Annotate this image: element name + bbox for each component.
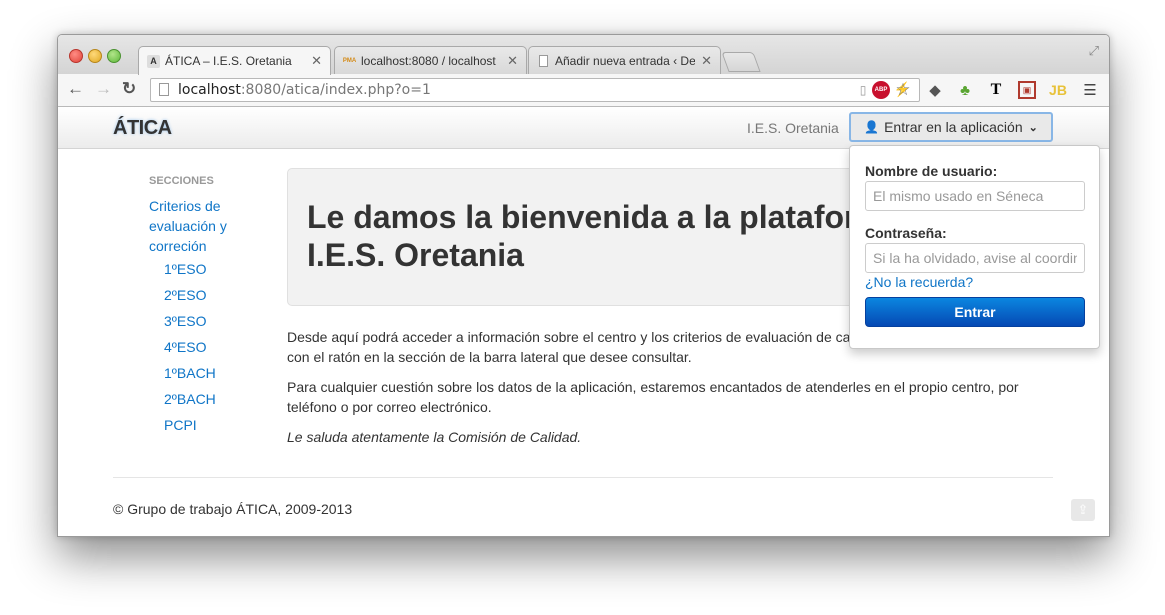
zoom-window-button[interactable]	[107, 49, 121, 63]
phpmyadmin-favicon-icon: PMA	[342, 57, 357, 64]
browser-window: A ÁTICA – I.E.S. Oretania ✕ PMA localhos…	[57, 34, 1110, 537]
sidebar-item-2bach[interactable]: 2ºBACH	[149, 386, 269, 412]
back-icon[interactable]: ←	[67, 79, 84, 99]
forgot-password-link[interactable]: ¿No la recuerda?	[865, 274, 973, 290]
signature: Le saluda atentamente la Comisión de Cal…	[287, 429, 582, 445]
square-extension-icon[interactable]: ▣	[1018, 81, 1036, 99]
welcome-hero: Le damos la bienvenida a la plataforma d…	[287, 168, 887, 306]
sidebar-item-2eso[interactable]: 2ºESO	[149, 282, 269, 308]
menu-icon[interactable]: ☰	[1081, 81, 1099, 99]
page-title: Le damos la bienvenida a la plataforma d…	[307, 199, 887, 273]
chevron-down-icon: ⌄	[1028, 121, 1038, 134]
tab-phpmyadmin[interactable]: PMA localhost:8080 / localhost ✕	[334, 46, 527, 74]
tab-title: ÁTICA – I.E.S. Oretania	[165, 54, 292, 68]
user-icon: 👤	[864, 120, 880, 134]
sidebar: SECCIONES Criterios de evaluación y corr…	[149, 175, 269, 438]
school-name: I.E.S. Oretania	[747, 120, 839, 136]
sidebar-item-criterios[interactable]: Criterios de evaluación y correción	[149, 196, 269, 256]
adblock-icon[interactable]: ABP	[872, 81, 890, 99]
forward-icon[interactable]: →	[95, 79, 112, 99]
url-text: localhost:8080/atica/index.php?o=1	[178, 82, 431, 98]
page-icon	[159, 83, 169, 96]
username-label: Nombre de usuario:	[865, 163, 998, 179]
bookmark-star-icon[interactable]: ☆	[894, 80, 912, 99]
browser-toolbar: ← → ↻ localhost:8080/atica/index.php?o=1…	[58, 74, 1109, 107]
login-dropdown: Nombre de usuario: Contraseña: ¿No la re…	[849, 145, 1100, 349]
evernote-icon[interactable]: ♣	[956, 81, 974, 99]
minimize-window-button[interactable]	[88, 49, 102, 63]
close-tab-icon[interactable]: ✕	[311, 53, 322, 69]
close-window-button[interactable]	[69, 49, 83, 63]
login-submit-button[interactable]: Entrar	[865, 297, 1085, 327]
footer-divider	[113, 477, 1053, 478]
close-tab-icon[interactable]: ✕	[507, 53, 518, 69]
brand-logo[interactable]: ÁTICA	[113, 117, 172, 140]
mobile-icon[interactable]: ▯	[854, 81, 872, 99]
close-tab-icon[interactable]: ✕	[701, 53, 712, 69]
fullscreen-icon[interactable]: ⤢	[1089, 43, 1099, 59]
share-icon[interactable]: ⇪	[1071, 499, 1095, 521]
tab-strip: A ÁTICA – I.E.S. Oretania ✕ PMA localhos…	[58, 35, 1109, 75]
contact-paragraph: Para cualquier cuestión sobre los datos …	[287, 379, 1019, 415]
footer-text: © Grupo de trabajo ÁTICA, 2009-2013	[113, 501, 353, 517]
new-tab-button[interactable]	[721, 52, 761, 72]
login-dropdown-button[interactable]: 👤 Entrar en la aplicación ⌄	[849, 112, 1053, 142]
sidebar-heading: SECCIONES	[149, 175, 214, 187]
tag-icon[interactable]: ◆	[926, 81, 944, 99]
tab-title: localhost:8080 / localhost	[361, 53, 496, 68]
sidebar-item-1bach[interactable]: 1ºBACH	[149, 360, 269, 386]
jb-icon[interactable]: JB	[1049, 81, 1067, 99]
tab-title: Añadir nueva entrada ‹ Des	[555, 53, 696, 68]
reload-icon[interactable]: ↻	[122, 79, 136, 99]
login-button-label: Entrar en la aplicación	[884, 119, 1023, 135]
text-icon[interactable]: T	[987, 81, 1005, 99]
tab-wordpress[interactable]: Añadir nueva entrada ‹ Des ✕	[528, 46, 721, 74]
sidebar-item-3eso[interactable]: 3ºESO	[149, 308, 269, 334]
page-favicon-icon	[537, 54, 550, 67]
site-navbar: ÁTICA I.E.S. Oretania 👤 Entrar en la apl…	[58, 107, 1109, 149]
password-input[interactable]	[865, 243, 1085, 273]
username-input[interactable]	[865, 181, 1085, 211]
tab-atica[interactable]: A ÁTICA – I.E.S. Oretania ✕	[138, 46, 331, 75]
atica-favicon-icon: A	[147, 54, 160, 68]
sidebar-item-4eso[interactable]: 4ºESO	[149, 334, 269, 360]
sidebar-item-pcpi[interactable]: PCPI	[149, 412, 269, 438]
sidebar-item-1eso[interactable]: 1ºESO	[149, 256, 269, 282]
address-bar[interactable]: localhost:8080/atica/index.php?o=1 ⚡	[150, 78, 920, 102]
password-label: Contraseña:	[865, 225, 947, 241]
